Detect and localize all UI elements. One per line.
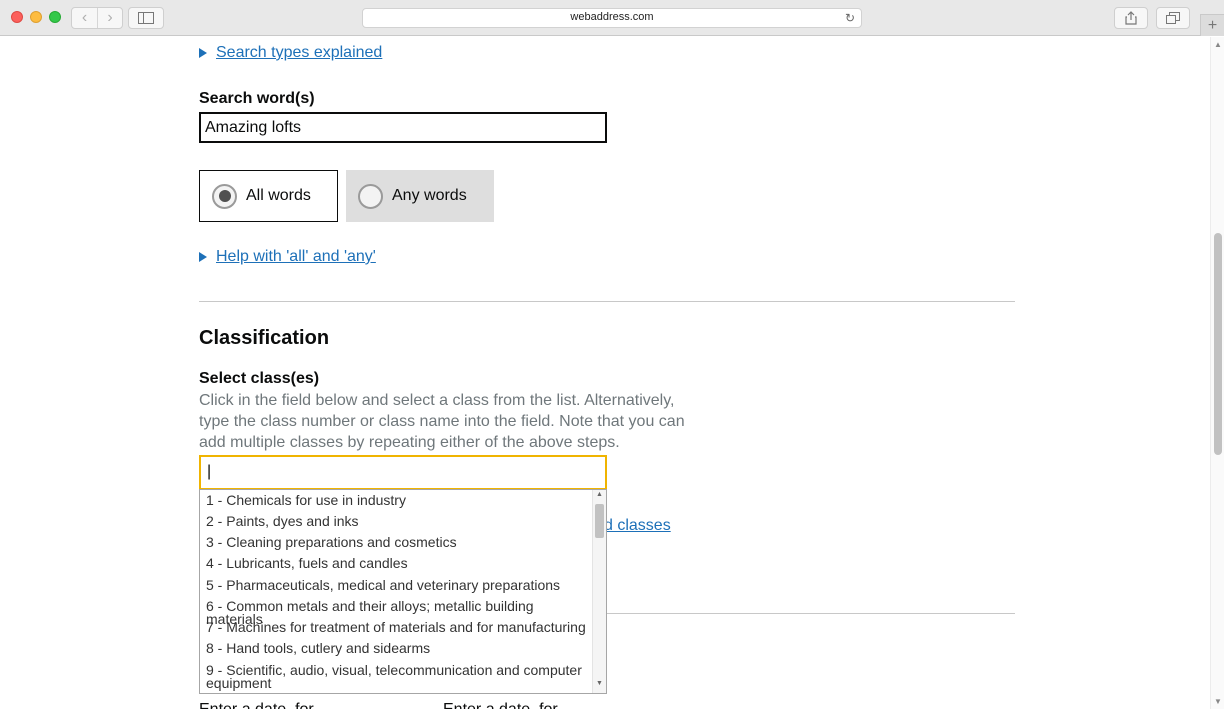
radio-unchecked-icon[interactable] [358,183,383,209]
dropdown-scrollbar[interactable]: ▲ ▼ [592,490,606,693]
dropdown-option[interactable]: 2 - Paints, dyes and inks [206,514,590,528]
help-all-any-link[interactable]: Help with 'all' and 'any' [216,248,376,266]
triangle-right-icon [199,48,207,58]
forward-button[interactable]: › [97,8,122,28]
address-text: webaddress.com [570,11,654,23]
radio-all-label: All words [246,187,311,204]
close-window-button[interactable] [11,11,23,23]
new-tab-button[interactable]: + [1200,14,1224,36]
class-dropdown-list[interactable]: 1 - Chemicals for use in industry 2 - Pa… [199,489,607,694]
help-all-any-disclosure[interactable]: Help with 'all' and 'any' [199,248,376,266]
scroll-down-icon[interactable]: ▼ [1214,697,1222,706]
share-icon [1125,11,1137,25]
tabs-icon [1166,12,1180,24]
select-classes-hint: Click in the field below and select a cl… [199,392,685,451]
scroll-up-icon[interactable]: ▲ [596,491,603,498]
scroll-up-icon[interactable]: ▲ [1214,40,1222,49]
history-nav: ‹ › [71,7,123,29]
dropdown-option[interactable]: 9 - Scientific, audio, visual, telecommu… [206,663,590,690]
chevron-left-icon: ‹ [81,9,88,26]
radio-checked-icon[interactable] [212,183,237,209]
radio-any-label: Any words [392,187,467,204]
minimize-window-button[interactable] [30,11,42,23]
share-button[interactable] [1114,7,1148,29]
reload-icon[interactable]: ↻ [845,11,855,25]
browse-classes-link[interactable]: d classes [604,517,671,535]
page-scroll-thumb[interactable] [1214,233,1222,455]
dropdown-option[interactable]: 5 - Pharmaceuticals, medical and veterin… [206,578,590,592]
date-from-hint: Enter a date, for [199,701,314,709]
search-words-label: Search word(s) [199,90,315,107]
search-words-input[interactable]: Amazing lofts [199,112,607,143]
back-button[interactable]: ‹ [72,8,97,28]
page-content: Search types explained Search word(s) Am… [0,37,1210,709]
radio-all-words[interactable]: All words [199,170,338,222]
sidebar-icon [138,12,154,24]
chevron-right-icon: › [107,9,113,26]
search-types-disclosure[interactable]: Search types explained [199,44,382,62]
date-to-hint: Enter a date, for [443,701,558,709]
scroll-down-icon[interactable]: ▼ [596,680,603,687]
address-bar[interactable]: webaddress.com ↻ [362,8,862,28]
select-classes-label: Select class(es) [199,370,320,387]
browser-toolbar: ‹ › webaddress.com ↻ + [0,0,1224,36]
zoom-window-button[interactable] [49,11,61,23]
tab-overview-button[interactable] [1156,7,1190,29]
dropdown-option[interactable]: 3 - Cleaning preparations and cosmetics [206,535,590,549]
dropdown-scroll-thumb[interactable] [595,504,604,538]
sidebar-toggle-button[interactable] [128,7,164,29]
plus-icon: + [1207,16,1218,34]
class-input[interactable]: | [199,455,607,490]
triangle-right-icon [199,252,207,262]
search-types-link[interactable]: Search types explained [216,44,382,62]
section-divider [199,301,1015,302]
page-scrollbar[interactable]: ▲ ▼ [1210,37,1224,709]
dropdown-option[interactable]: 7 - Machines for treatment of materials … [206,620,590,634]
dropdown-option[interactable]: 1 - Chemicals for use in industry [206,493,590,507]
dropdown-option[interactable]: 8 - Hand tools, cutlery and sidearms [206,641,590,655]
classification-heading: Classification [199,327,330,349]
dropdown-option[interactable]: 4 - Lubricants, fuels and candles [206,556,590,570]
radio-any-words[interactable]: Any words [346,170,494,222]
